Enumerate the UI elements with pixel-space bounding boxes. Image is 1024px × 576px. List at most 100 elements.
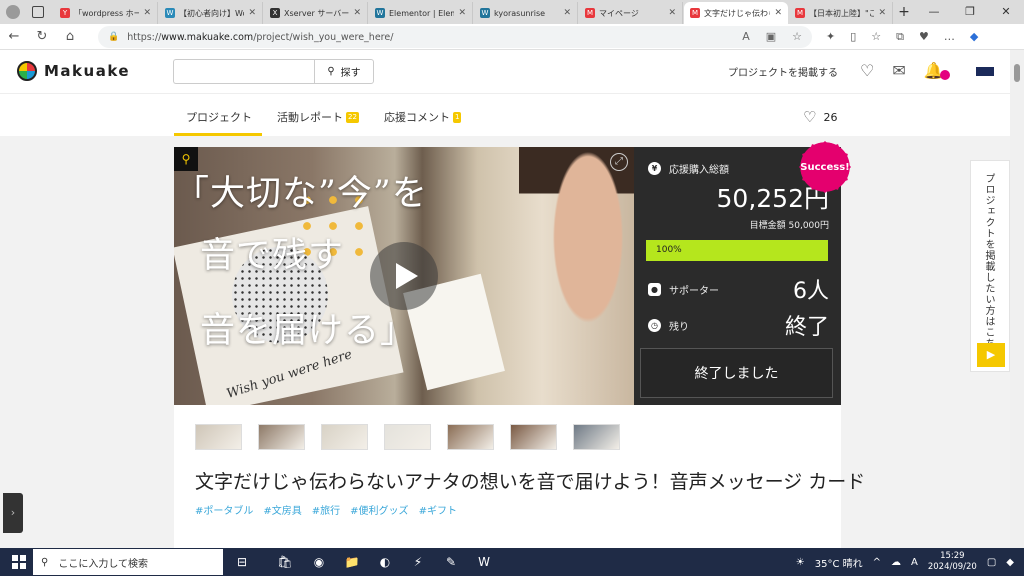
word-icon[interactable]: W [474, 552, 494, 572]
new-tab-button[interactable]: + [894, 2, 914, 24]
store-icon[interactable]: 🛍 [275, 552, 295, 572]
settings-more-icon[interactable]: … [944, 30, 955, 44]
favorites-icon[interactable]: ☆ [871, 30, 881, 44]
file-explorer-icon[interactable]: 📁 [342, 552, 362, 572]
browser-tab[interactable]: W Elementor | Elementor ✕ [369, 2, 473, 24]
split-screen-icon[interactable]: ▯ [850, 30, 856, 44]
hero-expand-icon[interactable]: ⤢ [610, 153, 628, 171]
extensions-icon[interactable]: ✦ [826, 30, 835, 44]
favorite-count-button[interactable]: ♡ 26 [803, 108, 837, 126]
search-button[interactable]: ⚲ 探す [314, 59, 374, 84]
tab-close-icon[interactable]: ✕ [563, 8, 571, 18]
home-icon[interactable]: ⌂ [56, 29, 84, 44]
remaining-value: 終了 [784, 315, 829, 340]
weather-text[interactable]: 35°C 晴れ [815, 555, 863, 570]
favorite-heart-icon[interactable]: ♡ [860, 61, 874, 80]
support-comments-count-badge: 1 [453, 111, 462, 123]
tab-close-icon[interactable]: ✕ [668, 8, 676, 18]
left-panel-toggle[interactable]: › [3, 493, 23, 533]
play-video-button[interactable] [370, 242, 438, 310]
tab-close-icon[interactable]: ✕ [774, 8, 782, 18]
browser-tab[interactable]: Y 「wordpress ホーム… ✕ [54, 2, 158, 24]
copilot-icon[interactable]: ◆ [970, 30, 978, 44]
project-tag[interactable]: #便利グッズ [350, 502, 408, 517]
gallery-thumbnail[interactable] [510, 424, 557, 450]
gallery-thumbnail[interactable] [447, 424, 494, 450]
reload-icon[interactable]: ↻ [28, 29, 56, 44]
tab-close-icon[interactable]: ✕ [878, 8, 886, 18]
project-tag[interactable]: #文房具 [263, 502, 301, 517]
page-scrollbar[interactable] [1010, 50, 1024, 548]
app-bolt-icon[interactable]: ⚡ [408, 552, 428, 572]
url-field[interactable]: 🔒 https://www.makuake.com/project/wish_y… [98, 26, 812, 48]
maximize-icon[interactable]: ❐ [952, 0, 988, 24]
notepad-icon[interactable]: ✎ [441, 552, 461, 572]
notification-center-icon[interactable]: ▢ [987, 557, 996, 568]
browser-tab-strip: Y 「wordpress ホーム… ✕ W 【初心者向け】Wor… ✕ X Xserver サ… [0, 0, 1024, 24]
scrollbar-thumb[interactable] [1014, 64, 1020, 82]
gallery-thumbnail[interactable] [573, 424, 620, 450]
makuake-logo[interactable]: Makuake [17, 61, 130, 81]
logo-mark-icon [17, 61, 37, 81]
tab-project[interactable]: プロジェクト [186, 109, 252, 125]
collections-icon[interactable]: ⧉ [896, 30, 904, 44]
profile-avatar-icon[interactable] [6, 5, 20, 19]
ended-button[interactable]: 終了しました [640, 348, 833, 398]
gallery-thumbnail[interactable] [384, 424, 431, 450]
ime-indicator[interactable]: A [911, 557, 918, 568]
project-tag[interactable]: #旅行 [312, 502, 340, 517]
total-amount-label: ¥ 応援購入総額 [648, 161, 729, 176]
task-view-icon[interactable]: ⊟ [232, 552, 252, 572]
tab-close-icon[interactable]: ✕ [353, 8, 361, 18]
side-cta-play-icon[interactable]: ▶ [977, 343, 1005, 367]
side-post-project-cta[interactable]: プロジェクトを掲載したい方はこちら ▶ [970, 160, 1010, 372]
hero-zoom-search-icon[interactable]: ⚲ [174, 147, 198, 171]
browser-tab[interactable]: W 【初心者向け】Wor… ✕ [159, 2, 263, 24]
tab-activity-report-label: 活動レポート [277, 111, 343, 124]
post-project-link[interactable]: プロジェクトを掲載する [728, 64, 838, 79]
gallery-thumbnail[interactable] [321, 424, 368, 450]
gallery-thumbnail[interactable] [258, 424, 305, 450]
browser-tab[interactable]: M 文字だけじゃ伝わら… ✕ [684, 2, 788, 24]
browser-tab[interactable]: M マイページ ✕ [579, 2, 683, 24]
favorite-star-icon[interactable]: ☆ [792, 30, 802, 43]
tab-close-icon[interactable]: ✕ [458, 8, 466, 18]
app-icon[interactable]: ▣ [766, 30, 776, 43]
edge-icon[interactable]: ◐ [375, 552, 395, 572]
clock[interactable]: 15:29 2024/09/20 [928, 551, 977, 573]
browser-tab[interactable]: Wkyorasunrise ✕ [474, 2, 578, 24]
read-aloud-icon[interactable]: A [742, 30, 750, 43]
gallery-thumbnail[interactable] [195, 424, 242, 450]
chrome-icon[interactable]: ◉ [309, 552, 329, 572]
weather-icon[interactable]: ☀ [796, 557, 805, 568]
tab-actions-icon[interactable] [32, 6, 44, 18]
project-tags: #ポータブル #文房具 #旅行 #便利グッズ #ギフト [195, 502, 457, 517]
copilot-taskbar-icon[interactable]: ◆ [1006, 557, 1014, 568]
tab-favicon-icon: W [375, 8, 385, 18]
tray-chevron-icon[interactable]: ^ [873, 557, 881, 568]
performance-icon[interactable]: ♥ [919, 30, 929, 44]
project-tag[interactable]: #ギフト [419, 502, 457, 517]
tab-close-icon[interactable]: ✕ [248, 8, 256, 18]
search-input[interactable] [173, 59, 315, 84]
project-hero-video[interactable]: 「大切な”今”を 音で残す 音を届ける」 Wish you were here … [174, 147, 634, 405]
mail-icon[interactable]: ✉ [892, 61, 905, 80]
browser-tab[interactable]: M 【日本初上陸】"こだ… ✕ [789, 2, 893, 24]
header-icons: ♡ ✉ 🔔 [860, 61, 944, 80]
network-icon[interactable]: ☁ [891, 557, 901, 568]
back-icon[interactable]: ← [0, 29, 28, 44]
tab-close-icon[interactable]: ✕ [143, 8, 151, 18]
notification-dot [940, 70, 950, 80]
browser-tab[interactable]: X Xserver サーバーパネル✕ [264, 2, 368, 24]
success-badge-text: Success! [800, 161, 850, 173]
lock-icon[interactable]: 🔒 [108, 32, 119, 42]
windows-start-icon[interactable] [12, 555, 26, 569]
taskbar-search[interactable]: ⚲ ここに入力して検索 [33, 549, 223, 575]
tab-activity-report[interactable]: 活動レポート 22 [277, 109, 359, 125]
close-window-icon[interactable]: ✕ [988, 0, 1024, 24]
tab-support-comments[interactable]: 応援コメント 1 [384, 109, 462, 125]
minimize-icon[interactable]: — [916, 0, 952, 24]
project-tag[interactable]: #ポータブル [195, 502, 253, 517]
taskbar-search-placeholder: ここに入力して検索 [58, 558, 149, 570]
user-avatar[interactable] [976, 67, 994, 76]
